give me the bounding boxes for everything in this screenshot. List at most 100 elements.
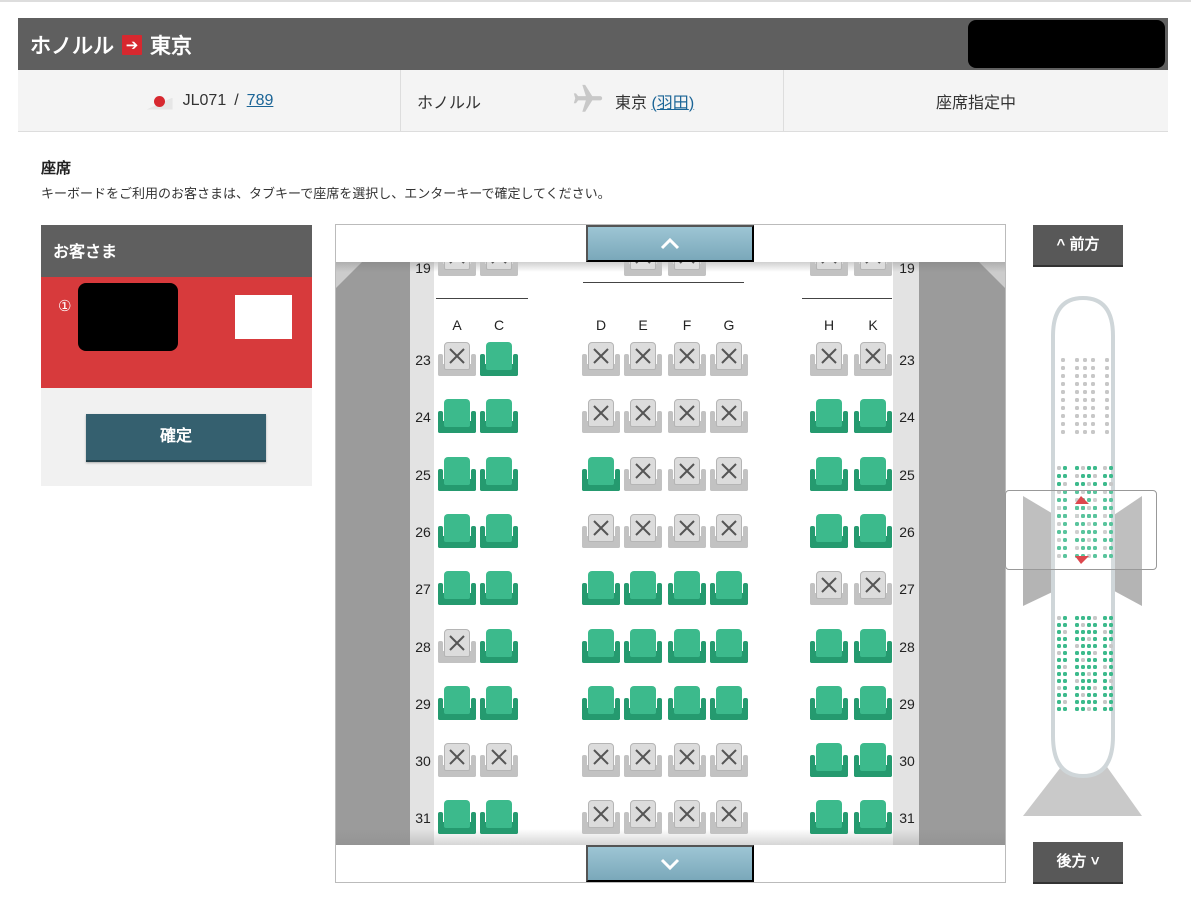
destination-airport: 羽田 <box>656 95 689 112</box>
seat-31E <box>624 800 662 836</box>
seat-27E[interactable] <box>624 571 662 607</box>
status-cell: 座席指定中 <box>784 70 1168 131</box>
seat-27A[interactable] <box>438 571 476 607</box>
seat-31A[interactable] <box>438 800 476 836</box>
seat-31H[interactable] <box>810 800 848 836</box>
front-scroll-button[interactable]: ^ 前方 <box>1033 225 1123 267</box>
seat-26D <box>582 513 620 550</box>
arrow-right-icon: ➔ <box>122 35 142 55</box>
row-number-left: 27 <box>415 581 431 598</box>
column-letter: D <box>595 317 607 333</box>
row-number-right: 28 <box>899 638 915 655</box>
seat-28K[interactable] <box>854 628 892 665</box>
seat-25K[interactable] <box>854 456 892 493</box>
scroll-down-button[interactable] <box>586 845 754 882</box>
seat-24D <box>582 399 620 435</box>
seat-25H[interactable] <box>810 456 848 493</box>
row-number-left: 30 <box>415 753 431 770</box>
seat-26H[interactable] <box>810 513 848 550</box>
passenger-row[interactable]: ① <box>41 277 312 388</box>
seat-25F <box>668 456 706 493</box>
seat-23A <box>438 342 476 378</box>
chevron-down-icon: ˅ <box>1086 853 1100 870</box>
seat-31K[interactable] <box>854 800 892 836</box>
seat-30H[interactable] <box>810 743 848 779</box>
airport-link[interactable]: (羽田) <box>651 95 694 112</box>
seat-31F <box>668 800 706 836</box>
seat-28A <box>438 628 476 665</box>
seat-26C[interactable] <box>480 513 518 550</box>
seat-25A[interactable] <box>438 456 476 493</box>
redacted-passenger-name <box>78 283 178 351</box>
scroll-up-button[interactable] <box>586 225 754 262</box>
seat-27G[interactable] <box>710 571 748 607</box>
row-number-left: 23 <box>415 352 431 368</box>
seat-30C <box>480 743 518 779</box>
seat-26A[interactable] <box>438 513 476 550</box>
seat-28G[interactable] <box>710 628 748 665</box>
seat-24H[interactable] <box>810 399 848 435</box>
seat-28H[interactable] <box>810 628 848 665</box>
seat-24F <box>668 399 706 435</box>
seat-28D[interactable] <box>582 628 620 665</box>
cabin-area: 19 19 A C D E F G H K 23 23 24 24 25 25 26 26 27 27 28 28 29 29… <box>336 262 1005 845</box>
mini-map-viewport[interactable] <box>1005 490 1157 570</box>
column-letter: E <box>638 317 648 333</box>
column-letter: G <box>723 317 735 333</box>
seat-24K[interactable] <box>854 399 892 435</box>
row-number-right: 31 <box>899 810 915 827</box>
flight-info-bar: JL071 / 789 ホノルル 東京 (羽田) 座席指定中 <box>18 70 1168 132</box>
seat-24E <box>624 399 662 435</box>
seat-23E <box>624 342 662 378</box>
seat-25D[interactable] <box>582 456 620 493</box>
aircraft-code-link[interactable]: 789 <box>247 92 274 110</box>
seat-27C[interactable] <box>480 571 518 607</box>
seat-29D[interactable] <box>582 685 620 722</box>
row-number-right: 24 <box>899 409 915 426</box>
paren-close: ) <box>688 95 695 112</box>
confirm-button[interactable]: 確定 <box>86 414 266 462</box>
seat-29K[interactable] <box>854 685 892 722</box>
seat-partial-row <box>668 262 706 278</box>
seat-26E <box>624 513 662 550</box>
seat-30F <box>668 743 706 779</box>
seat-25C[interactable] <box>480 456 518 493</box>
section-divider-right <box>802 298 892 299</box>
seat-29A[interactable] <box>438 685 476 722</box>
seat-29C[interactable] <box>480 685 518 722</box>
chevron-down-icon <box>660 858 680 870</box>
chevron-up-icon <box>660 237 680 249</box>
seat-map: 19 19 A C D E F G H K 23 23 24 24 25 25 26 26 27 27 28 28 29 29… <box>335 224 1006 883</box>
row-number: 19 <box>899 262 915 276</box>
rear-scroll-button[interactable]: 後方 ˅ <box>1033 842 1123 884</box>
seat-23C[interactable] <box>480 342 518 378</box>
row-number-left: 25 <box>415 466 431 483</box>
seat-29G[interactable] <box>710 685 748 722</box>
seat-29H[interactable] <box>810 685 848 722</box>
redacted-area <box>968 20 1165 68</box>
seat-23G <box>710 342 748 378</box>
seat-section-title: 座席 <box>41 160 72 177</box>
row-number-left: 29 <box>415 695 431 712</box>
passenger-panel: お客さま ① 確定 <box>41 225 312 486</box>
seat-24C[interactable] <box>480 399 518 435</box>
seat-24G <box>710 399 748 435</box>
airline-logo-icon <box>145 90 175 112</box>
seat-26F <box>668 513 706 550</box>
seat-30K[interactable] <box>854 743 892 779</box>
seat-29F[interactable] <box>668 685 706 722</box>
separator: / <box>234 91 239 109</box>
seat-28E[interactable] <box>624 628 662 665</box>
seat-27D[interactable] <box>582 571 620 607</box>
seat-31C[interactable] <box>480 800 518 836</box>
seat-28F[interactable] <box>668 628 706 665</box>
keyboard-instruction: キーボードをご利用のお客さまは、タブキーで座席を選択し、エンターキーで確定してく… <box>41 186 611 201</box>
destination-title: 東京 <box>150 34 192 58</box>
seat-26G <box>710 513 748 550</box>
seat-29E[interactable] <box>624 685 662 722</box>
seat-26K[interactable] <box>854 513 892 550</box>
seat-27F[interactable] <box>668 571 706 607</box>
fuselage-right <box>919 262 1005 845</box>
seat-28C[interactable] <box>480 628 518 665</box>
seat-24A[interactable] <box>438 399 476 435</box>
